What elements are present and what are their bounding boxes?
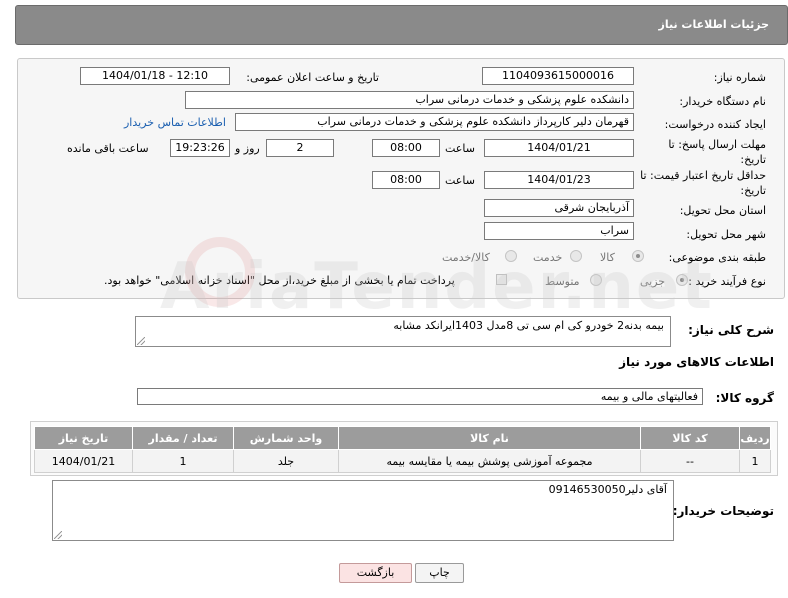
description-textarea[interactable]: بیمه بدنه2 خودرو کی ام سی تی 8مدل 1403ای… <box>135 316 671 347</box>
days-label: روز و <box>235 142 260 155</box>
page-header: جزئیات اطلاعات نیاز <box>15 5 788 45</box>
province-label: استان محل تحویل: <box>679 204 766 217</box>
price-validity-time-label: ساعت <box>445 174 475 187</box>
announce-datetime-label: تاریخ و ساعت اعلان عمومی: <box>246 71 379 84</box>
column-header-need-date: تاریخ نیاز <box>34 426 133 450</box>
buyer-org-field: دانشکده علوم پزشکی و خدمات درمانی سراب <box>185 91 634 109</box>
buyer-notes-text: 09146530050آقای دلیر <box>548 483 667 496</box>
back-button[interactable]: بازگشت <box>339 563 412 583</box>
treasury-payment-note: پرداخت تمام یا بخشی از مبلغ خرید،از محل … <box>104 274 455 287</box>
purchase-type-label: نوع فرآیند خرید : <box>688 275 766 288</box>
goods-group-field: فعالیتهای مالی و بیمه <box>137 388 703 405</box>
items-table: ردیف کد کالا نام کالا واحد شمارش تعداد /… <box>34 426 771 473</box>
announce-datetime-field: 1404/01/18 - 12:10 <box>80 67 230 85</box>
page-title: جزئیات اطلاعات نیاز <box>658 18 770 31</box>
price-validity-label: حداقل تاریخ اعتبار قیمت: تا تاریخ: <box>640 169 766 197</box>
price-validity-date-field: 1404/01/23 <box>484 171 634 189</box>
buyer-notes-resize-handle[interactable] <box>54 531 62 539</box>
days-remaining-field: 2 <box>266 139 334 157</box>
city-label: شهر محل تحویل: <box>686 228 766 241</box>
cell-goods-code: -- <box>640 449 740 473</box>
cell-row-number: 1 <box>739 449 771 473</box>
requester-label: ایجاد کننده درخواست: <box>664 118 766 131</box>
description-label: شرح کلی نیاز: <box>688 323 774 337</box>
description-resize-handle[interactable] <box>137 337 145 345</box>
buyer-org-label: نام دستگاه خریدار: <box>679 95 766 108</box>
province-field: آذربایجان شرقی <box>484 199 634 217</box>
reply-date-field: 1404/01/21 <box>484 139 634 157</box>
category-goods-service-label: کالا/خدمت <box>442 251 490 264</box>
need-number-label: شماره نیاز: <box>713 71 766 84</box>
table-row: 1 -- مجموعه آموزشی پوشش بیمه یا مقایسه ب… <box>34 449 771 473</box>
purchase-medium-radio[interactable] <box>590 274 602 286</box>
requester-field: قهرمان دلیر کارپرداز دانشکده علوم پزشکی … <box>235 113 634 131</box>
goods-group-label: گروه کالا: <box>715 391 774 405</box>
purchase-medium-label: متوسط <box>545 275 580 288</box>
buyer-contact-link[interactable]: اطلاعات تماس خریدار <box>124 116 226 129</box>
cell-goods-name: مجموعه آموزشی پوشش بیمه یا مقایسه بیمه <box>338 449 641 473</box>
need-number-field: 1104093615000016 <box>482 67 634 85</box>
cell-unit: جلد <box>233 449 339 473</box>
column-header-unit: واحد شمارش <box>233 426 339 450</box>
buyer-notes-textarea[interactable]: 09146530050آقای دلیر <box>52 480 674 541</box>
price-validity-time-field: 08:00 <box>372 171 440 189</box>
buyer-notes-label: توضیحات خریدار: <box>672 504 774 518</box>
column-header-goods-name: نام کالا <box>338 426 641 450</box>
cell-quantity: 1 <box>132 449 234 473</box>
category-goods-radio[interactable] <box>632 250 644 262</box>
cell-need-date: 1404/01/21 <box>34 449 133 473</box>
category-service-radio[interactable] <box>570 250 582 262</box>
treasury-payment-checkbox[interactable] <box>496 274 507 285</box>
category-service-label: خدمت <box>533 251 563 264</box>
category-goods-label: کالا <box>600 251 615 264</box>
goods-section-title: اطلاعات کالاهای مورد نیاز <box>619 355 774 369</box>
city-field: سراب <box>484 222 634 240</box>
reply-deadline-label: مهلت ارسال پاسخ: تا تاریخ: <box>668 138 766 166</box>
reply-time-field: 08:00 <box>372 139 440 157</box>
time-remaining-field: 19:23:26 <box>170 139 230 157</box>
column-header-quantity: تعداد / مقدار <box>132 426 234 450</box>
reply-time-label: ساعت <box>445 142 475 155</box>
description-text: بیمه بدنه2 خودرو کی ام سی تی 8مدل 1403ای… <box>393 319 664 332</box>
purchase-minor-radio[interactable] <box>676 274 688 286</box>
column-header-row-number: ردیف <box>739 426 771 450</box>
column-header-goods-code: کد کالا <box>640 426 740 450</box>
time-remaining-label: ساعت باقی مانده <box>67 142 149 155</box>
category-label: طبقه بندی موضوعی: <box>668 251 766 264</box>
table-header-row: ردیف کد کالا نام کالا واحد شمارش تعداد /… <box>34 426 771 450</box>
purchase-minor-label: جزیی <box>640 275 666 288</box>
print-button[interactable]: چاپ <box>415 563 464 583</box>
category-goods-service-radio[interactable] <box>505 250 517 262</box>
